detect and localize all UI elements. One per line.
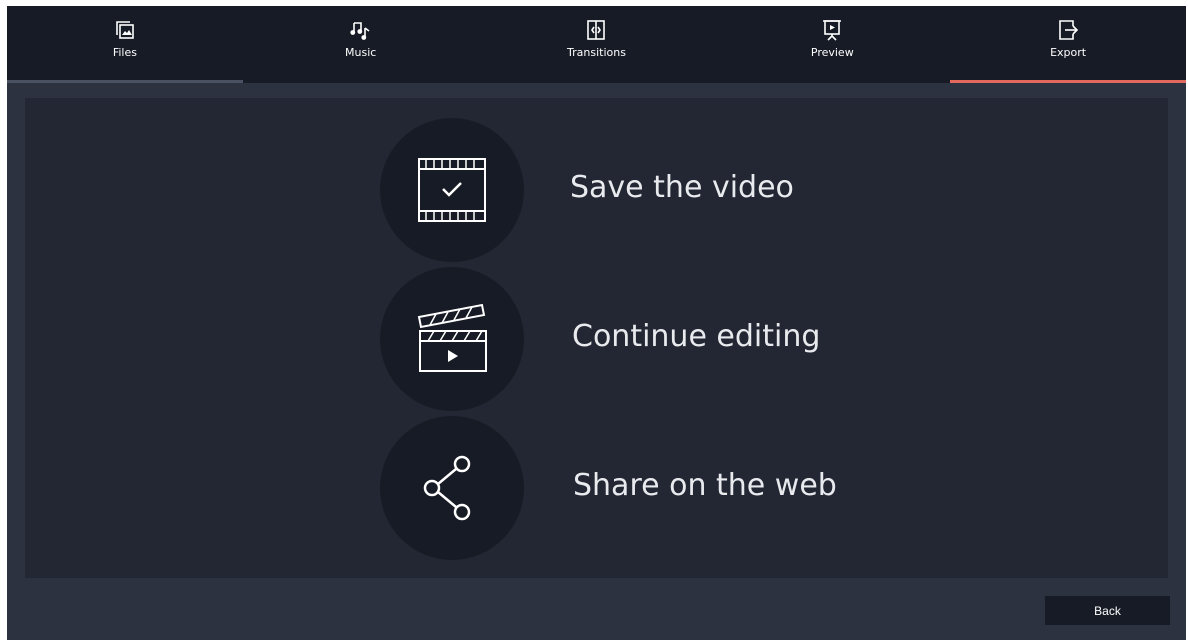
option-icon-circle [380,416,524,560]
export-window: Files Music Transitions Preview Export S… [7,6,1186,640]
files-icon [116,21,134,39]
transitions-icon [587,20,606,40]
back-button[interactable]: Back [1045,596,1170,625]
option-icon-circle [380,267,524,411]
tab-label: Export [1050,46,1087,59]
save-video-option[interactable]: Save the video [380,118,940,262]
clapperboard-icon [417,303,487,372]
tab-transitions[interactable]: Transitions [479,6,715,83]
tab-preview[interactable]: Preview [714,6,950,83]
share-web-label: Share on the web [573,468,837,503]
tab-label: Files [112,46,137,59]
step-tabbar: Files Music Transitions Preview Export [7,6,1186,83]
continue-editing-label: Continue editing [572,319,821,354]
preview-icon [823,20,842,41]
tab-export[interactable]: Export [950,6,1186,83]
tab-label: Transitions [567,46,626,59]
tab-music[interactable]: Music [243,6,479,83]
export-icon [1059,20,1079,40]
continue-editing-option[interactable]: Continue editing [380,267,940,411]
tab-files[interactable]: Files [7,6,243,83]
music-icon [350,22,370,40]
option-icon-circle [380,118,524,262]
tab-active-indicator [950,80,1186,83]
save-video-icon [418,158,486,222]
tab-label: Music [345,46,377,59]
tab-label: Preview [810,46,854,59]
share-web-option[interactable]: Share on the web [380,416,940,560]
export-options-panel: Save the video Continue editing Share on… [25,98,1168,578]
save-video-label: Save the video [570,170,794,205]
tab-visited-indicator [7,80,243,83]
share-icon [423,455,471,521]
